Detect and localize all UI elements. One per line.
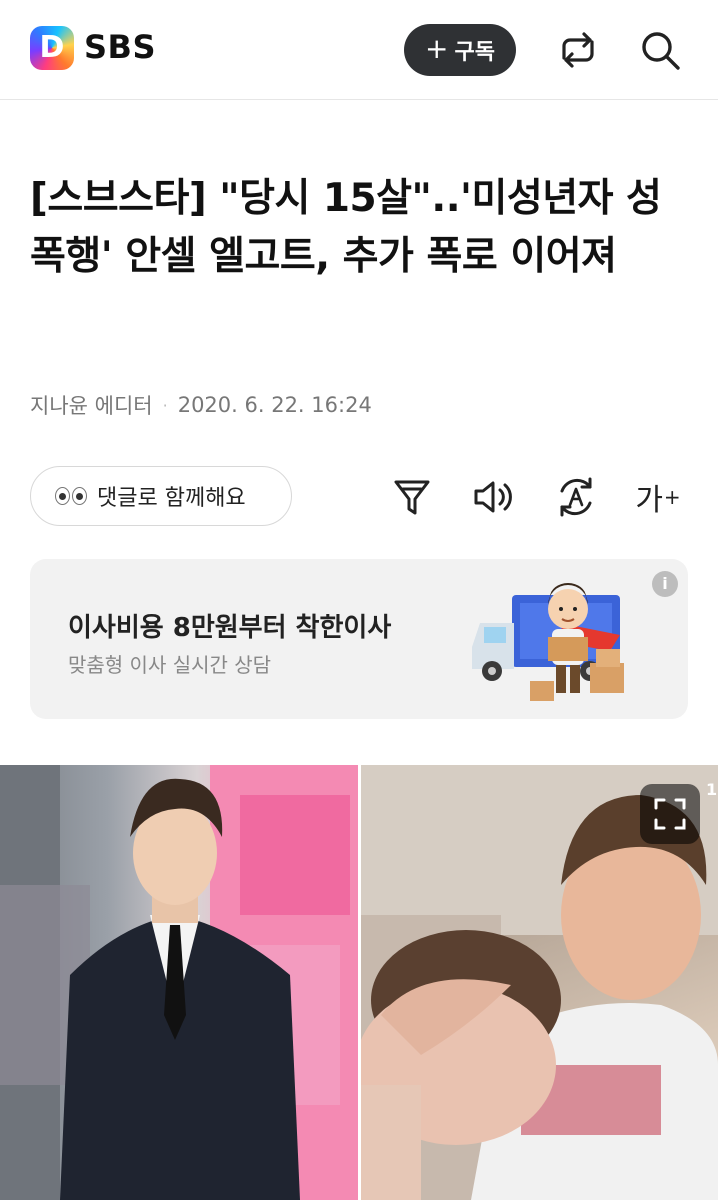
daum-logo-icon[interactable]: D [30,26,74,70]
article-meta: 지나윤 에디터 · 2020. 6. 22. 16:24 [30,390,372,420]
font-size-plus: + [663,485,681,509]
image-counter: 1 [706,780,718,799]
moving-truck-illustration [472,583,624,701]
brand-name[interactable]: SBS [84,28,156,66]
logo-letter: D [39,30,65,65]
subscribe-button[interactable]: + 구독 [404,24,516,76]
publish-date: 2020. 6. 22. 16:24 [177,393,372,417]
share-icon[interactable] [556,28,600,72]
comment-button[interactable]: 댓글로 함께해요 [30,466,292,526]
filter-icon[interactable] [388,473,436,521]
translate-icon[interactable] [552,473,600,521]
font-size-icon[interactable]: 가 + [634,473,682,521]
author-name[interactable]: 지나윤 에디터 [30,390,153,420]
ad-subtitle: 맞춤형 이사 실시간 상담 [68,653,272,677]
subscribe-label: 구독 [454,40,495,65]
speaker-icon[interactable] [470,473,518,521]
article-headline: [스브스타] "당시 15살"..'미성년자 성폭행' 안셀 엘고트, 추가 폭… [30,176,662,279]
expand-image-button[interactable] [640,784,700,844]
ad-banner[interactable]: 이사비용 8만원부터 착한이사 맞춤형 이사 실시간 상담 i [30,559,688,719]
top-bar: D SBS + 구독 [0,0,718,100]
ad-info-icon[interactable]: i [652,571,678,597]
plus-icon: + [425,31,449,65]
meta-separator: · [162,395,168,415]
ad-title[interactable]: 이사비용 8만원부터 착한이사 [68,607,391,644]
article-photo-left [0,765,358,1200]
font-size-label: 가 [635,483,663,518]
comment-label: 댓글로 함께해요 [97,486,246,511]
fullscreen-icon [654,798,686,830]
search-icon[interactable] [638,28,682,72]
eyes-icon [55,487,87,505]
